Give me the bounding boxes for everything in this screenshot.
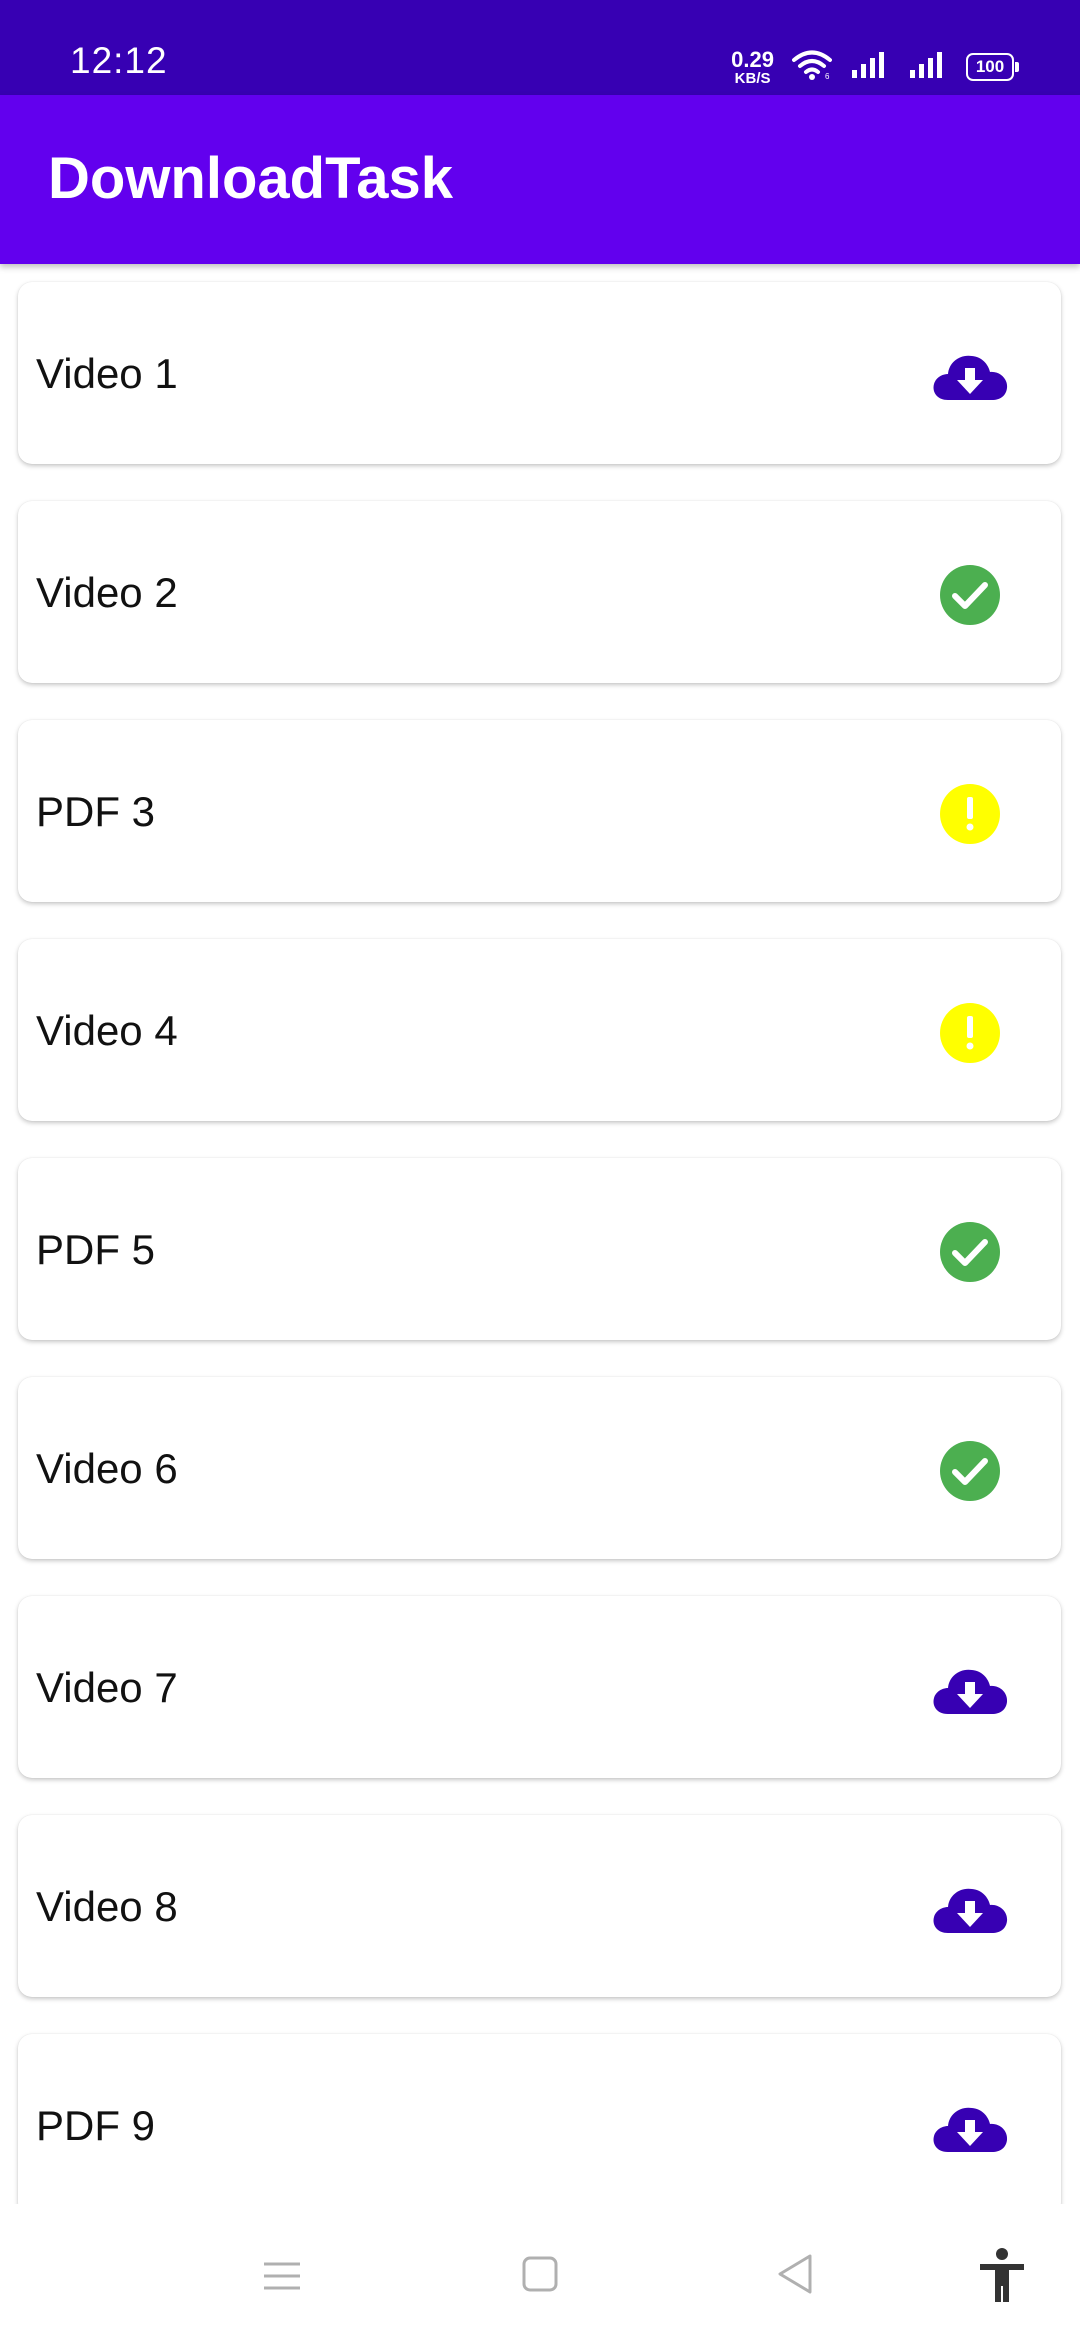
- warning-circle-icon[interactable]: [922, 985, 1018, 1081]
- svg-text:6: 6: [825, 72, 830, 81]
- menu-icon[interactable]: [252, 2246, 312, 2306]
- item-label: Video 6: [36, 1445, 178, 1492]
- signal-icon: [850, 50, 890, 85]
- list-item[interactable]: Video 2: [18, 501, 1061, 683]
- cloud-download-icon[interactable]: [922, 1861, 1018, 1957]
- item-label: Video 8: [36, 1883, 178, 1930]
- cloud-download-icon[interactable]: [922, 328, 1018, 424]
- list-item[interactable]: PDF 3: [18, 720, 1061, 902]
- list-item[interactable]: Video 8: [18, 1815, 1061, 1997]
- status-time: 12:12: [70, 40, 168, 81]
- warning-circle-icon[interactable]: [922, 766, 1018, 862]
- network-speed: 0.29 KB/S: [731, 46, 774, 87]
- list-item[interactable]: Video 1: [18, 282, 1061, 464]
- item-label: PDF 5: [36, 1226, 156, 1273]
- check-circle-icon: [922, 547, 1018, 643]
- list-item[interactable]: PDF 5: [18, 1158, 1061, 1340]
- item-label: PDF 9: [36, 2102, 156, 2149]
- item-label: Video 2: [36, 569, 178, 616]
- network-speed-value: 0.29: [731, 46, 774, 72]
- list-item[interactable]: Video 4: [18, 939, 1061, 1121]
- status-icons: 0.29 KB/S 6 100: [731, 42, 1019, 92]
- item-label: Video 4: [36, 1007, 178, 1054]
- cloud-download-icon[interactable]: [922, 2080, 1018, 2176]
- check-circle-icon: [922, 1423, 1018, 1519]
- check-circle-icon: [922, 1204, 1018, 1300]
- battery-icon: 100: [966, 53, 1019, 81]
- back-icon[interactable]: [766, 2246, 826, 2306]
- list-item[interactable]: Video 7: [18, 1596, 1061, 1778]
- download-list[interactable]: Video 1 Video 2 PDF 3 Video 4 PDF 5 Vide…: [0, 264, 1080, 2204]
- item-label: Video 1: [36, 350, 178, 397]
- home-icon[interactable]: [510, 2246, 570, 2306]
- cloud-download-icon[interactable]: [922, 1642, 1018, 1738]
- system-nav-bar: [0, 2204, 1080, 2340]
- signal-icon: [908, 50, 948, 85]
- item-label: Video 7: [36, 1664, 178, 1711]
- battery-level: 100: [975, 57, 1005, 76]
- accessibility-icon[interactable]: [972, 2246, 1032, 2306]
- list-item[interactable]: Video 6: [18, 1377, 1061, 1559]
- status-bar: 12:12 0.29 KB/S 6 100: [0, 0, 1080, 95]
- app-title: DownloadTask: [48, 146, 453, 211]
- wifi-icon: 6: [792, 49, 832, 86]
- network-speed-unit: KB/S: [734, 69, 771, 87]
- list-item[interactable]: PDF 9: [18, 2034, 1061, 2204]
- app-bar: DownloadTask: [0, 95, 1080, 264]
- item-label: PDF 3: [36, 788, 156, 835]
